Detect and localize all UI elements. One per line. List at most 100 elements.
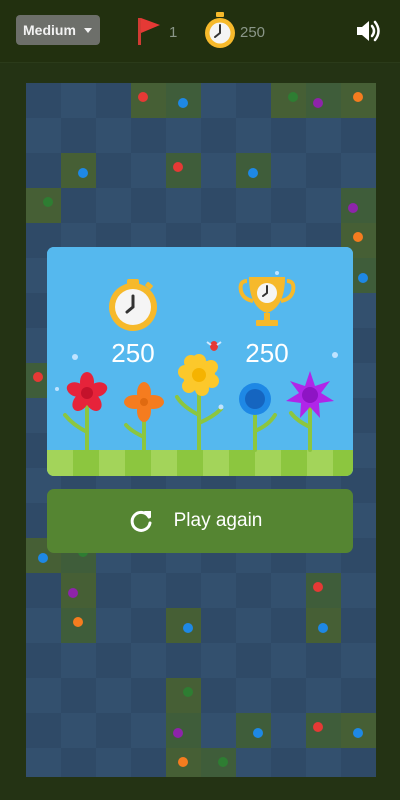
flower-tile: [306, 83, 341, 118]
board-tile[interactable]: [166, 573, 201, 608]
difficulty-select[interactable]: Medium: [16, 15, 100, 45]
board-tile[interactable]: [201, 608, 236, 643]
board-tile[interactable]: [131, 748, 166, 777]
board-tile[interactable]: [271, 153, 306, 188]
board-tile[interactable]: [26, 643, 61, 678]
board-tile[interactable]: [236, 608, 271, 643]
board-tile[interactable]: [236, 643, 271, 678]
board-tile[interactable]: [96, 643, 131, 678]
board-tile[interactable]: [201, 153, 236, 188]
flower-icon: [318, 623, 328, 633]
refresh-icon: [130, 510, 152, 532]
board-tile[interactable]: [236, 118, 271, 153]
board-tile[interactable]: [236, 573, 271, 608]
board-tile[interactable]: [341, 643, 376, 678]
board-tile[interactable]: [306, 118, 341, 153]
board-tile[interactable]: [96, 118, 131, 153]
board-tile[interactable]: [131, 713, 166, 748]
board-tile[interactable]: [236, 678, 271, 713]
board-tile[interactable]: [61, 643, 96, 678]
board-tile[interactable]: [271, 573, 306, 608]
flower-tile: [341, 188, 376, 223]
board-tile[interactable]: [26, 748, 61, 777]
flower-tile: [131, 83, 166, 118]
board-tile[interactable]: [201, 713, 236, 748]
board-tile[interactable]: [26, 678, 61, 713]
flag-icon: [138, 18, 160, 45]
board-tile[interactable]: [271, 643, 306, 678]
board-tile[interactable]: [341, 678, 376, 713]
board-tile[interactable]: [96, 608, 131, 643]
board-tile[interactable]: [96, 188, 131, 223]
board-tile[interactable]: [131, 153, 166, 188]
flower-tile: [271, 83, 306, 118]
board-tile[interactable]: [201, 678, 236, 713]
board-tile[interactable]: [201, 83, 236, 118]
board-tile[interactable]: [26, 608, 61, 643]
board-tile[interactable]: [61, 83, 96, 118]
play-again-button[interactable]: Play again: [47, 489, 353, 553]
board-tile[interactable]: [131, 118, 166, 153]
flag-count: 1: [169, 24, 178, 41]
board-tile[interactable]: [131, 678, 166, 713]
board-tile[interactable]: [61, 678, 96, 713]
flower-tile: [166, 608, 201, 643]
board-tile[interactable]: [96, 678, 131, 713]
board-tile[interactable]: [96, 83, 131, 118]
board-tile[interactable]: [61, 118, 96, 153]
board-tile[interactable]: [306, 188, 341, 223]
flower-icon: [313, 722, 323, 732]
board-tile[interactable]: [96, 153, 131, 188]
board-tile[interactable]: [26, 83, 61, 118]
flower-tile: [61, 153, 96, 188]
board-tile[interactable]: [61, 748, 96, 777]
board-tile[interactable]: [341, 118, 376, 153]
board-tile[interactable]: [236, 748, 271, 777]
board-tile[interactable]: [271, 188, 306, 223]
garden-illustration: [47, 247, 353, 476]
flower-tile: [26, 188, 61, 223]
board-tile[interactable]: [26, 713, 61, 748]
flower-icon: [78, 168, 88, 178]
board-tile[interactable]: [26, 118, 61, 153]
board-tile[interactable]: [341, 748, 376, 777]
board-tile[interactable]: [271, 748, 306, 777]
board-tile[interactable]: [201, 573, 236, 608]
board-tile[interactable]: [201, 643, 236, 678]
board-tile[interactable]: [166, 643, 201, 678]
flower-icon: [248, 168, 258, 178]
board-tile[interactable]: [271, 713, 306, 748]
board-tile[interactable]: [201, 118, 236, 153]
board-tile[interactable]: [236, 83, 271, 118]
board-tile[interactable]: [201, 188, 236, 223]
flower-icon: [348, 203, 358, 213]
board-tile[interactable]: [131, 608, 166, 643]
board-tile[interactable]: [271, 608, 306, 643]
flower-icon: [353, 92, 363, 102]
flower-icon: [33, 372, 43, 382]
board-tile[interactable]: [131, 188, 166, 223]
board-tile[interactable]: [26, 573, 61, 608]
board-tile[interactable]: [271, 118, 306, 153]
board-tile[interactable]: [96, 573, 131, 608]
board-tile[interactable]: [131, 643, 166, 678]
board-tile[interactable]: [236, 188, 271, 223]
board-tile[interactable]: [306, 643, 341, 678]
board-tile[interactable]: [26, 153, 61, 188]
board-tile[interactable]: [306, 153, 341, 188]
board-tile[interactable]: [166, 118, 201, 153]
board-tile[interactable]: [341, 573, 376, 608]
board-tile[interactable]: [61, 713, 96, 748]
board-tile[interactable]: [96, 713, 131, 748]
board-tile[interactable]: [166, 188, 201, 223]
board-tile[interactable]: [96, 748, 131, 777]
board-tile[interactable]: [341, 608, 376, 643]
speaker-icon[interactable]: [354, 17, 382, 45]
board-tile[interactable]: [306, 748, 341, 777]
blue-flower-icon: [239, 383, 271, 415]
board-tile[interactable]: [61, 188, 96, 223]
board-tile[interactable]: [306, 678, 341, 713]
board-tile[interactable]: [131, 573, 166, 608]
board-tile[interactable]: [271, 678, 306, 713]
board-tile[interactable]: [341, 153, 376, 188]
